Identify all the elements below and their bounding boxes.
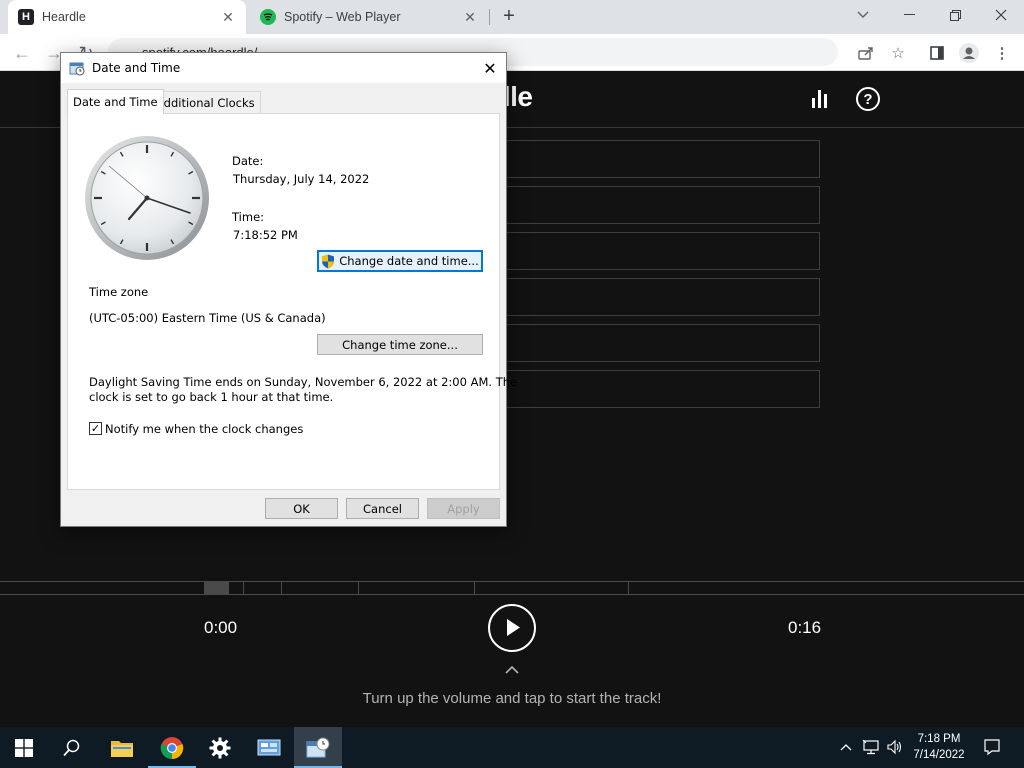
tab-spotify[interactable]: Spotify – Web Player ✕ [250,0,488,34]
progress-fill [204,582,229,594]
bookmark-star-icon[interactable]: ☆ [887,42,909,64]
change-timezone-label: Change time zone... [342,337,458,352]
analog-clock-icon [85,136,209,260]
restore-icon[interactable] [932,0,978,30]
cancel-button[interactable]: Cancel [346,498,419,519]
file-explorer-button[interactable] [98,727,146,768]
track-progress-bar [0,581,1024,595]
apply-button[interactable]: Apply [427,498,500,519]
network-icon[interactable] [861,737,881,757]
profile-avatar-icon[interactable] [958,42,980,64]
elapsed-time: 0:00 [204,618,238,637]
back-arrow-icon[interactable]: ← [9,40,35,66]
date-time-app-icon [69,62,85,76]
search-icon [63,739,80,756]
notifications-icon[interactable] [982,737,1002,757]
new-tab-icon[interactable]: + [498,5,520,27]
cancel-label: Cancel [363,501,402,516]
gear-icon [209,737,231,758]
start-button[interactable] [0,727,48,768]
segment-divider [281,582,282,594]
time-value: 7:18:52 PM [233,228,298,242]
start-hint: Turn up the volume and tap to start the … [362,690,662,707]
minimize-icon[interactable] [886,0,932,30]
date-label: Date: [232,154,264,168]
tab-date-and-time[interactable]: Date and Time [67,89,164,114]
change-date-time-label: Change date and time... [339,254,479,268]
date-value: Thursday, July 14, 2022 [233,172,370,186]
chevron-up-icon[interactable] [504,665,520,675]
side-panel-icon[interactable] [926,42,948,64]
play-button[interactable] [488,604,536,652]
time-label: Time: [232,210,265,224]
chrome-taskbar-button[interactable] [148,727,196,768]
spotify-favicon-icon [260,9,276,25]
tab-title: Heardle [42,10,86,24]
windows-taskbar: 7:18 PM 7/14/2022 [0,727,1024,768]
dialog-title: Date and Time [92,61,181,75]
change-timezone-button[interactable]: Change time zone... [317,334,483,355]
tab-title: Spotify – Web Player [284,10,401,24]
uac-shield-icon [322,254,335,268]
control-panel-taskbar-button[interactable] [245,727,293,768]
share-icon[interactable] [855,42,877,64]
folder-icon [111,740,133,757]
taskbar-date: 7/14/2022 [913,749,965,761]
change-date-time-button[interactable]: Change date and time... [317,250,483,272]
volume-icon[interactable] [885,737,905,757]
segment-divider [628,582,629,594]
segment-divider [358,582,359,594]
tab-heardle[interactable]: H Heardle ✕ [8,0,246,34]
date-time-dialog: Date and Time ✕ Date and Time Additional… [60,52,517,527]
tab-additional-clocks[interactable]: Additional Clocks [150,91,261,113]
control-panel-icon [257,739,281,755]
heardle-favicon-icon: H [18,9,34,25]
notify-label: Notify me when the clock changes [105,422,304,436]
settings-taskbar-button[interactable] [196,727,244,768]
tab-search-chevron-icon[interactable] [840,0,886,30]
ok-button[interactable]: OK [265,498,338,519]
help-icon[interactable]: ? [856,87,880,111]
date-time-taskbar-button[interactable] [294,727,342,768]
dst-notice-line-2: clock is set to go back 1 hour at that t… [89,390,334,404]
date-time-tab-panel: Date: Thursday, July 14, 2022 Time: 7:18… [67,113,517,490]
show-hidden-icons-chevron-icon[interactable] [836,737,856,757]
date-time-app-icon [306,737,330,757]
tab-separator [489,9,490,25]
browser-tab-strip: H Heardle ✕ Spotify – Web Player ✕ + [0,0,1024,34]
dialog-close-icon[interactable]: ✕ [480,58,500,78]
total-time: 0:16 [788,618,822,637]
timezone-value: (UTC-05:00) Eastern Time (US & Canada) [89,311,326,325]
taskbar-time: 7:18 PM [917,733,961,745]
chrome-icon [160,736,184,759]
dialog-titlebar[interactable]: Date and Time [61,53,506,83]
tab-close-icon[interactable]: ✕ [462,9,478,25]
ok-label: OK [293,501,310,516]
browser-menu-icon[interactable]: ⋮ [991,42,1013,64]
play-icon [507,619,520,636]
segment-divider [243,582,244,594]
segment-divider [474,582,475,594]
notify-checkbox[interactable]: ✓ [89,422,102,435]
search-button[interactable] [48,727,96,768]
stats-icon[interactable] [810,86,832,112]
apply-label: Apply [447,501,480,516]
dst-notice-line-1: Daylight Saving Time ends on Sunday, Nov… [89,375,518,389]
windows-logo-icon [15,738,33,757]
timezone-heading: Time zone [89,285,149,299]
tab-close-icon[interactable]: ✕ [220,9,236,25]
taskbar-clock[interactable]: 7:18 PM 7/14/2022 [906,731,972,763]
window-close-icon[interactable] [978,0,1024,30]
